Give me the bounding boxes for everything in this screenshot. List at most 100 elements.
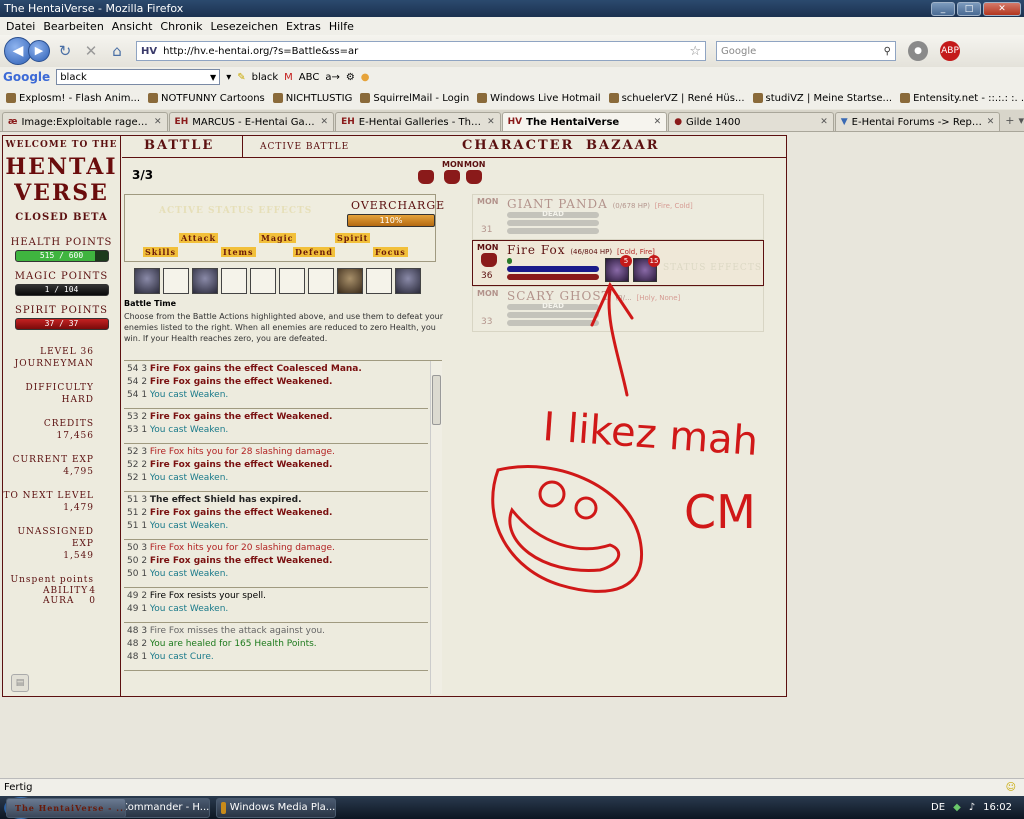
action-items[interactable]: Items [221,247,256,257]
action-skills[interactable]: Skills [143,247,178,257]
menu-ansicht[interactable]: Ansicht [112,20,153,33]
action-defend[interactable]: Defend [293,247,335,257]
stop-icon[interactable]: ✕ [80,42,102,60]
difficulty-value: Hard [61,395,94,405]
status-bar: Fertig ☺ [0,778,1024,796]
nav-bazaar[interactable]: Bazaar [586,138,660,153]
quickbar-slot[interactable] [279,268,305,294]
menu-bearbeiten[interactable]: Bearbeiten [43,20,103,33]
tab-hentaiverse[interactable]: HV The HentaiVerse ✕ [501,111,668,131]
settings-icon[interactable]: ⚙ [346,72,355,83]
translate-icon[interactable]: a→ [325,72,340,83]
menu-chronik[interactable]: Chronik [160,20,202,33]
language-indicator[interactable]: DE [931,802,945,813]
menu-datei[interactable]: Datei [6,20,35,33]
tab-ehentai-forums[interactable]: ▼ E-Hentai Forums -> Replyi... ✕ [834,111,1001,131]
search-icon[interactable]: ⚲ [884,46,891,57]
bookmark-star-icon[interactable]: ☆ [689,44,701,59]
bookmark-item[interactable]: Windows Live Hotmail [477,92,601,104]
log-line-number: 53 1 [127,425,148,435]
search-box[interactable]: Google ⚲ [716,41,896,61]
tab-close-icon[interactable]: ✕ [987,117,995,127]
bookmark-item[interactable]: Explosm! - Flash Anim... [6,92,140,104]
battle-log[interactable]: 54 3 Fire Fox gains the effect Coalesced… [124,360,442,694]
gmail-icon[interactable]: M [284,72,293,83]
tab-close-icon[interactable]: ✕ [321,117,329,127]
quickbar-slot[interactable] [250,268,276,294]
tab-gilde[interactable]: ● Gilde 1400 ✕ [668,111,834,131]
quickbar-slot[interactable] [308,268,334,294]
quickbar-slot[interactable] [395,268,421,294]
bookmark-item[interactable]: studiVZ | Meine Startse... [752,92,892,104]
tab-close-icon[interactable]: ✕ [820,117,828,127]
quickbar-slot[interactable] [134,268,160,294]
quickbar-slot[interactable] [163,268,189,294]
menu-hilfe[interactable]: Hilfe [329,20,354,33]
chevron-down-icon[interactable]: ▼ [210,73,216,82]
highlight-term[interactable]: black [252,72,279,83]
monster-card-giant-panda[interactable]: MON 31 Giant Panda (0/678 HP) [Fire, Col… [472,194,764,240]
maximize-button[interactable]: □ [957,1,981,16]
nav-active-battle[interactable]: Active Battle [260,142,349,152]
action-attack[interactable]: Attack [179,233,219,243]
tab-list-icon[interactable]: ▾ [1019,114,1024,127]
bookmark-item[interactable]: NOTFUNNY Cartoons [148,92,265,104]
effect-weakened-icon[interactable]: 5 [605,255,632,282]
quickbar-slot[interactable] [192,268,218,294]
tab-marcus[interactable]: EHMARCUS - E-Hentai Galleries✕ [168,111,335,131]
home-icon[interactable]: ⌂ [106,42,128,60]
nav-battle[interactable]: Battle [144,138,214,153]
bookmark-item[interactable]: schuelerVZ | René Hüs... [608,92,745,104]
monster-label: MON [477,197,499,206]
monster-card-scary-ghost[interactable]: MON 33 Scary Ghost (0/... [Holy, None] D… [472,286,764,332]
forward-button[interactable]: ▶ [28,40,50,62]
action-magic[interactable]: Magic [259,233,296,243]
address-bar[interactable]: HV http://hv.e-hentai.org/?s=Battle&ss=a… [136,41,706,61]
action-spirit[interactable]: Spirit [335,233,371,243]
addon-icon[interactable]: ● [908,41,928,61]
alert-icon[interactable]: ● [361,72,370,83]
google-options-icon[interactable]: ▾ [226,72,231,83]
log-line-text: Fire Fox hits you for 28 slashing damage… [149,447,335,457]
google-search-input[interactable]: black ▼ [56,69,221,85]
tab-close-icon[interactable]: ✕ [654,117,662,127]
highlight-icon[interactable]: ✎ [237,72,245,83]
close-button[interactable]: ✕ [983,1,1021,16]
log-scrollbar-thumb[interactable] [432,375,441,425]
chat-icon[interactable]: ▤ [11,674,29,692]
bookmark-item[interactable]: SquirrelMail - Login [360,92,469,104]
log-scrollbar[interactable] [430,361,442,694]
clock[interactable]: 16:02 [983,802,1012,813]
credits-block: Credits 17,456 [3,418,120,442]
bookmark-item[interactable]: Entensity.net - ::.:.: :. ... [900,92,1024,104]
spellcheck-icon[interactable]: ABC [299,72,320,83]
quickbar-slot[interactable] [337,268,363,294]
action-focus[interactable]: Focus [373,247,408,257]
reload-icon[interactable]: ↻ [54,42,76,60]
taskbar-item-firefox[interactable]: The HentaiVerse - ... [6,797,126,818]
exp-value: 4,795 [63,467,94,477]
quickbar-slot[interactable] [366,268,392,294]
bookmark-item[interactable]: NICHTLUSTIG [272,92,352,104]
log-line-number: 49 2 [127,591,148,601]
quickbar-slot[interactable] [221,268,247,294]
monster-shortcut-icon[interactable] [466,170,482,184]
monster-shortcut-icon[interactable] [418,170,434,184]
new-tab-icon[interactable]: + [1005,114,1014,127]
menu-extras[interactable]: Extras [286,20,321,33]
nav-character[interactable]: Character [462,138,574,153]
tab-exploitable-rage[interactable]: æImage:Exploitable rage.jpg ...✕ [2,111,168,131]
tab-ehentai-galleries[interactable]: EHE-Hentai Galleries - The Fre...✕ [335,111,501,131]
network-icon[interactable]: ◆ [953,802,961,813]
tab-close-icon[interactable]: ✕ [154,117,162,127]
taskbar-item-media-player[interactable]: Windows Media Pla... [216,797,337,818]
monster-card-fire-fox[interactable]: MON 36 Fire Fox (46/804 HP) [Cold, Fire]… [472,240,764,286]
volume-icon[interactable]: ♪ [969,802,975,813]
effect-coalesced-mana-icon[interactable]: 15 [633,255,660,282]
addon-status-icon[interactable]: ☺ [1006,782,1016,793]
menu-lesezeichen[interactable]: Lesezeichen [210,20,278,33]
monster-shortcut-icon[interactable] [444,170,460,184]
tab-close-icon[interactable]: ✕ [487,117,495,127]
adblock-icon[interactable]: ABP [940,41,960,61]
minimize-button[interactable]: _ [931,1,955,16]
